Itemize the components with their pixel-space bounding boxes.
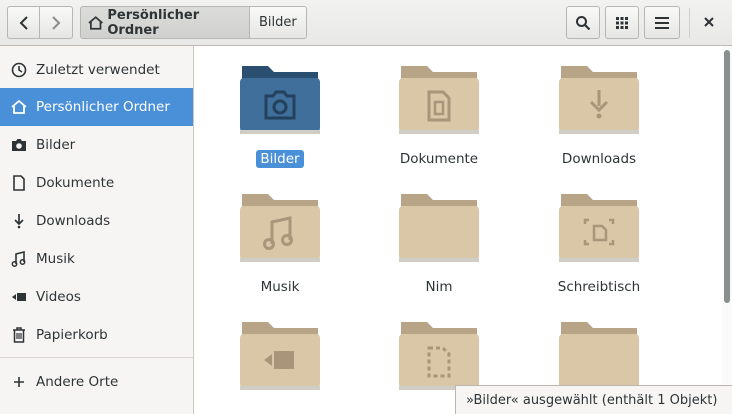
folder-icon — [399, 194, 479, 262]
sidebar-item-videos[interactable]: Videos — [0, 278, 193, 316]
sidebar-item-home[interactable]: Persönlicher Ordner — [0, 88, 193, 126]
camera-icon — [11, 137, 27, 153]
file-item[interactable]: Downloads — [524, 62, 674, 168]
file-item[interactable]: Bilder — [205, 62, 355, 168]
sidebar-item-recent[interactable]: Zuletzt verwendet — [0, 51, 193, 89]
view-grid-button[interactable] — [605, 6, 639, 39]
sidebar-item-label: Zuletzt verwendet — [36, 62, 160, 78]
path-home-button[interactable]: Persönlicher Ordner — [80, 6, 250, 39]
trash-icon — [11, 327, 27, 343]
video-icon — [11, 289, 27, 305]
folder-documents-icon — [399, 66, 479, 134]
header-bar: Persönlicher Ordner Bilder — [0, 0, 732, 46]
clock-icon — [11, 62, 27, 78]
home-icon — [11, 99, 27, 115]
search-icon — [576, 15, 591, 30]
music-icon — [11, 251, 27, 267]
folder-templates-icon — [399, 322, 479, 390]
path-pictures-label: Bilder — [259, 15, 297, 30]
search-button[interactable] — [566, 6, 600, 39]
sidebar-item-label: Papierkorb — [36, 327, 108, 343]
file-name: Nim — [425, 279, 453, 295]
folder-pictures-icon — [240, 66, 320, 134]
home-icon — [88, 15, 103, 30]
folder-downloads-icon — [559, 66, 639, 134]
file-name: Bilder — [256, 150, 304, 168]
sidebar-item-label: Downloads — [36, 213, 111, 229]
sidebar-item-pictures[interactable]: Bilder — [0, 126, 193, 164]
sidebar-item-trash[interactable]: Papierkorb — [0, 316, 193, 354]
sidebar-item-downloads[interactable]: Downloads — [0, 202, 193, 240]
close-icon — [704, 17, 714, 27]
file-name: Schreibtisch — [557, 279, 641, 295]
folder-music-icon — [240, 194, 320, 262]
file-name — [435, 406, 443, 408]
hamburger-icon — [655, 16, 669, 29]
header-separator — [689, 8, 690, 38]
sidebar-item-other-locations[interactable]: Andere Orte — [0, 363, 193, 401]
folder-icon — [559, 322, 639, 390]
chevron-left-icon — [19, 15, 28, 30]
menu-button[interactable] — [644, 6, 680, 39]
forward-button[interactable] — [39, 6, 73, 39]
file-view[interactable]: Bilder Dokumente Downloads Musik Nim Sch… — [195, 46, 722, 414]
sidebar-item-label: Bilder — [36, 137, 76, 153]
file-item[interactable]: Schreibtisch — [524, 190, 674, 296]
path-pictures-button[interactable]: Bilder — [249, 6, 307, 39]
status-text: »Bilder« ausgewählt (enthält 1 Objekt) — [466, 392, 718, 408]
back-button[interactable] — [7, 6, 40, 39]
file-item[interactable]: Dokumente — [364, 62, 514, 168]
sidebar-separator — [0, 357, 193, 358]
chevron-right-icon — [52, 15, 61, 30]
sidebar-item-label: Musik — [36, 251, 75, 267]
sidebar-item-documents[interactable]: Dokumente — [0, 164, 193, 202]
sidebar-item-label: Dokumente — [36, 175, 115, 191]
folder-desktop-icon — [559, 194, 639, 262]
sidebar-item-music[interactable]: Musik — [0, 240, 193, 278]
sidebar-item-label: Persönlicher Ordner — [36, 99, 170, 115]
file-item[interactable]: Nim — [364, 190, 514, 296]
sidebar-item-label: Videos — [36, 289, 81, 305]
file-name: Downloads — [561, 151, 637, 167]
sidebar: Zuletzt verwendet Persönlicher Ordner Bi… — [0, 46, 194, 414]
file-name — [276, 406, 284, 408]
download-icon — [11, 213, 27, 229]
status-bar: »Bilder« ausgewählt (enthält 1 Objekt) — [455, 385, 732, 414]
sidebar-item-label: Andere Orte — [36, 374, 119, 390]
path-home-label: Persönlicher Ordner — [107, 7, 200, 38]
grid-icon — [616, 16, 628, 29]
file-name: Musik — [260, 279, 300, 295]
scrollbar[interactable] — [722, 46, 732, 414]
folder-videos-icon — [240, 322, 320, 390]
scrollbar-thumb[interactable] — [724, 50, 730, 303]
close-button[interactable] — [698, 10, 720, 34]
file-name: Dokumente — [399, 151, 479, 167]
file-item[interactable]: Musik — [205, 190, 355, 296]
document-icon — [11, 175, 27, 191]
file-item[interactable] — [205, 318, 355, 408]
plus-icon — [11, 374, 27, 390]
